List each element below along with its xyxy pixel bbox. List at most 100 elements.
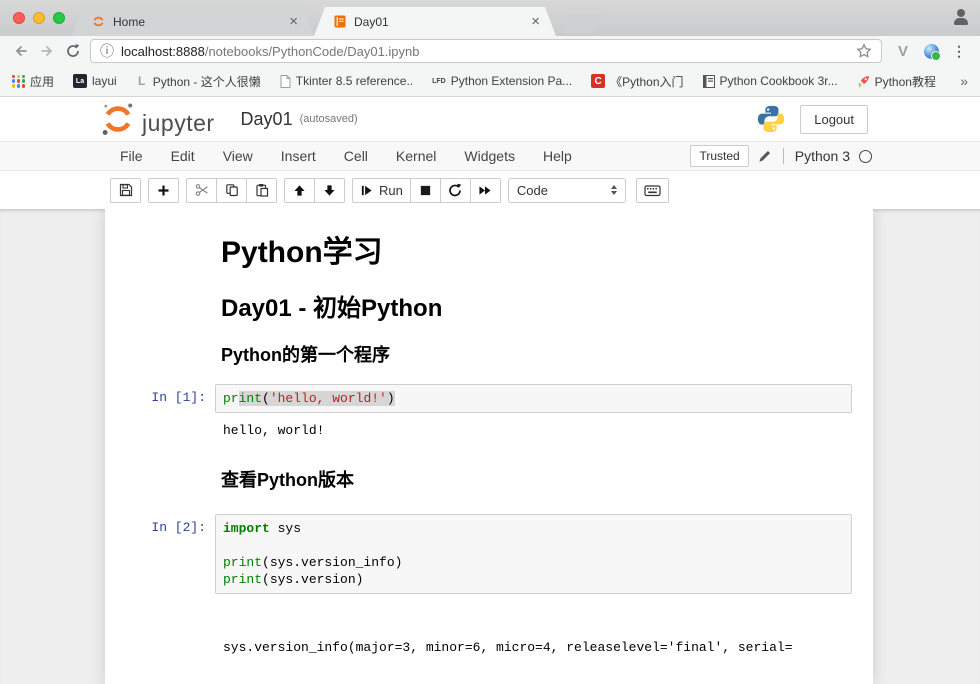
lfd-icon: LFD — [432, 78, 446, 85]
divider — [783, 148, 784, 164]
bookmark-star-icon[interactable] — [856, 43, 872, 59]
copy-cells-button[interactable] — [216, 178, 247, 203]
tab-day01-close-icon[interactable]: × — [529, 14, 542, 29]
tab-day01[interactable]: Day01 × — [314, 7, 556, 36]
browser-tab-bar: Home × Day01 × — [0, 0, 980, 36]
back-icon[interactable] — [8, 39, 34, 63]
menu-file[interactable]: File — [106, 148, 157, 164]
cell-type-select[interactable]: Code — [508, 178, 626, 203]
bookmark-python-intro[interactable]: C 《Python入门 — [591, 73, 683, 90]
heading-day01: Day01 - 初始Python — [215, 288, 852, 323]
move-cell-down-button[interactable] — [314, 178, 345, 203]
run-button-label: Run — [379, 183, 403, 198]
kernel-name: Python 3 — [795, 148, 850, 164]
heading-python-study: Python学习 — [215, 227, 852, 271]
book-icon — [703, 75, 715, 88]
extension-v-icon[interactable]: V — [890, 39, 916, 63]
bookmark-layui[interactable]: La layui — [73, 74, 117, 88]
bookmark-python-blog[interactable]: L Python - 这个人很懒 — [136, 73, 261, 90]
selected-text: int('hello, world!') — [239, 391, 395, 406]
markdown-cell-h1[interactable]: Python学习 — [105, 223, 873, 275]
new-tab-button[interactable] — [562, 14, 602, 33]
markdown-cell-h2[interactable]: Day01 - 初始Python — [105, 275, 873, 327]
command-palette-button[interactable] — [636, 178, 669, 203]
notebook-container: Python学习 Day01 - 初始Python Python的第一个程序 I… — [105, 209, 873, 684]
jupyter-header: jupyter Day01 (autosaved) Logout — [0, 97, 980, 141]
translate-globe-icon[interactable] — [918, 39, 944, 63]
tab-home-label: Home — [113, 15, 287, 29]
minimize-window-button[interactable] — [33, 12, 45, 24]
apps-grid-icon — [12, 75, 25, 88]
restart-run-all-button[interactable] — [470, 178, 501, 203]
cut-cells-button[interactable] — [186, 178, 217, 203]
menu-insert[interactable]: Insert — [267, 148, 330, 164]
reload-icon[interactable] — [60, 39, 86, 63]
layui-icon: La — [73, 74, 87, 88]
jupyter-menubar: File Edit View Insert Cell Kernel Widget… — [0, 141, 980, 171]
run-button[interactable]: Run — [352, 178, 411, 203]
tab-home[interactable]: Home × — [72, 7, 314, 36]
cell-type-value: Code — [517, 183, 548, 198]
menu-widgets[interactable]: Widgets — [450, 148, 529, 164]
pencil-icon[interactable] — [758, 149, 772, 163]
move-cell-up-button[interactable] — [284, 178, 315, 203]
output-area-1: hello, world! — [105, 417, 873, 442]
close-window-button[interactable] — [13, 12, 25, 24]
tab-day01-label: Day01 — [354, 15, 529, 29]
menu-edit[interactable]: Edit — [157, 148, 209, 164]
document-icon — [280, 75, 291, 88]
markdown-cell-h3-first-program[interactable]: Python的第一个程序 — [105, 327, 873, 371]
red-c-icon: C — [591, 74, 605, 88]
kernel-idle-indicator — [859, 150, 872, 163]
rocket-icon — [857, 75, 870, 88]
save-button[interactable] — [110, 178, 141, 203]
bookmark-python-cookbook[interactable]: Python Cookbook 3r... — [703, 74, 838, 88]
page-info-icon[interactable]: ⓘ — [100, 41, 114, 61]
autosave-status: (autosaved) — [300, 113, 358, 125]
menu-help[interactable]: Help — [529, 148, 586, 164]
browser-window: Home × Day01 × — [0, 0, 980, 684]
zoom-window-button[interactable] — [53, 12, 65, 24]
output-area-2: sys.version_info(major=3, minor=6, micro… — [105, 598, 873, 684]
menu-view[interactable]: View — [209, 148, 267, 164]
forward-icon[interactable] — [34, 39, 60, 63]
bookmarks-bar: 应用 La layui L Python - 这个人很懒 Tkinter 8.5… — [0, 66, 980, 97]
code-cell-2[interactable]: In [2]: import sys print(sys.version_inf… — [105, 498, 873, 598]
jupyter-logo[interactable]: jupyter — [100, 101, 215, 137]
heading-first-program: Python的第一个程序 — [215, 341, 852, 367]
bookmark-python-tutorial[interactable]: Python教程 — [857, 73, 936, 90]
url-text[interactable]: localhost:8888/notebooks/PythonCode/Day0… — [121, 44, 856, 59]
trusted-badge[interactable]: Trusted — [690, 145, 748, 167]
code-input-2[interactable]: import sys print(sys.version_info) print… — [215, 514, 852, 594]
restart-kernel-button[interactable] — [440, 178, 471, 203]
input-prompt-2: In [2]: — [105, 514, 215, 594]
input-prompt-1: In [1]: — [105, 384, 215, 413]
address-bar[interactable]: ⓘ localhost:8888/notebooks/PythonCode/Da… — [90, 39, 882, 63]
menu-cell[interactable]: Cell — [330, 148, 382, 164]
menu-kernel[interactable]: Kernel — [382, 148, 450, 164]
code-input-1[interactable]: print('hello, world!') — [215, 384, 852, 413]
output-text-2: sys.version_info(major=3, minor=6, micro… — [215, 604, 852, 684]
browser-toolbar: ⓘ localhost:8888/notebooks/PythonCode/Da… — [0, 36, 980, 66]
markdown-cell-h3-version[interactable]: 查看Python版本 — [105, 442, 873, 498]
notebook-scroll-area[interactable]: Python学习 Day01 - 初始Python Python的第一个程序 I… — [0, 209, 980, 684]
paste-cells-button[interactable] — [246, 178, 277, 203]
jupyter-toolbar: Run Code — [0, 171, 980, 209]
profile-icon[interactable] — [952, 9, 970, 27]
stop-button[interactable] — [410, 178, 441, 203]
tab-home-close-icon[interactable]: × — [287, 14, 300, 29]
jupyter-wordmark: jupyter — [142, 110, 215, 137]
notebook-title[interactable]: Day01 — [241, 109, 293, 130]
window-controls — [13, 12, 65, 24]
bookmark-tkinter[interactable]: Tkinter 8.5 reference.. — [280, 74, 413, 88]
letter-l-icon: L — [136, 74, 148, 88]
code-cell-1[interactable]: In [1]: print('hello, world!') — [105, 371, 873, 417]
bookmark-apps[interactable]: 应用 — [12, 73, 54, 90]
jupyter-logo-icon — [92, 15, 105, 28]
bookmark-python-extension[interactable]: LFD Python Extension Pa... — [432, 74, 572, 88]
logout-button[interactable]: Logout — [800, 105, 868, 134]
chrome-menu-icon[interactable]: ⋮ — [946, 39, 972, 63]
bookmarks-overflow-chevron[interactable]: » — [960, 73, 968, 89]
orange-notebook-icon — [334, 15, 346, 28]
add-cell-button[interactable] — [148, 178, 179, 203]
